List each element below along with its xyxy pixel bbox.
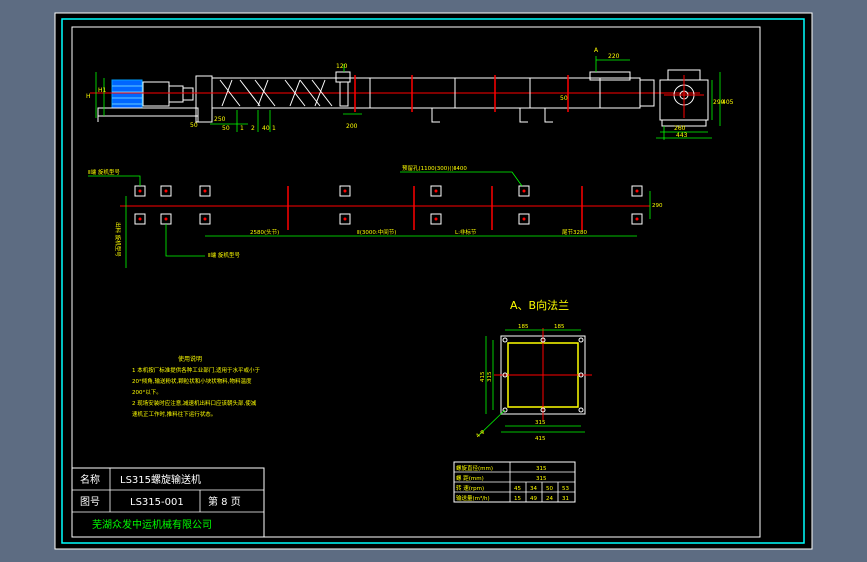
spec-value: 45 bbox=[514, 486, 521, 492]
note-line: 2 现场安装时应注意,减速机出料口应该朝头部,使减 bbox=[132, 399, 257, 407]
dim-50b: 50 bbox=[222, 125, 230, 132]
notes-heading: 使用说明 bbox=[178, 355, 202, 363]
spec-value: 31 bbox=[562, 496, 569, 502]
flange-dim-left2: 315 bbox=[487, 371, 493, 382]
spec-value: 34 bbox=[530, 486, 537, 492]
spec-value: 315 bbox=[536, 466, 547, 472]
spec-label: 输送量(m³/h) bbox=[456, 494, 490, 502]
plan-seg-nonstd: L:非标节 bbox=[455, 228, 477, 236]
flange-dim-top1: 185 bbox=[518, 324, 529, 330]
spec-value: 49 bbox=[530, 496, 537, 502]
title-name-value: LS315螺旋输送机 bbox=[120, 473, 201, 486]
dim-50a: 50 bbox=[190, 122, 198, 129]
title-name-label: 名称 bbox=[80, 473, 100, 486]
flange-dim-bottom1: 315 bbox=[535, 420, 546, 426]
dim-2: 2 bbox=[251, 125, 255, 132]
dim-50c: 50 bbox=[560, 95, 568, 102]
spec-label: 螺 距(mm) bbox=[456, 474, 484, 482]
spec-label: 螺旋直径(mm) bbox=[456, 464, 493, 472]
spec-value: 53 bbox=[562, 486, 569, 492]
plan-label-hole: 预留孔(1100(300)()Ⅱ400 bbox=[402, 164, 467, 172]
title-page: 第 8 页 bbox=[208, 495, 241, 508]
dim-120: 120 bbox=[336, 63, 348, 70]
dim-1b: 1 bbox=[272, 125, 276, 132]
plan-seg-tail: 尾节3280 bbox=[562, 228, 587, 236]
note-line: 200°以下。 bbox=[132, 389, 162, 396]
spec-value: 15 bbox=[514, 496, 521, 502]
title-code-label: 图号 bbox=[80, 496, 100, 508]
dim-1: 1 bbox=[240, 125, 244, 132]
dim-220: 220 bbox=[608, 53, 620, 60]
spec-value: 50 bbox=[546, 486, 553, 492]
plan-seg-head: 2580(头节) bbox=[250, 228, 279, 236]
drawing-canvas: H H1 50 250 50 1 2 40 1 120 200 220 A 40… bbox=[54, 12, 813, 550]
dim-443: 443 bbox=[676, 132, 688, 139]
dim-h: H bbox=[86, 93, 91, 100]
dim-200: 200 bbox=[346, 123, 358, 130]
dim-40: 40 bbox=[262, 125, 270, 132]
flange-dim-left1: 415 bbox=[480, 371, 486, 382]
plan-dim-right: 290 bbox=[652, 203, 663, 209]
spec-value: 315 bbox=[536, 476, 547, 482]
dim-260: 260 bbox=[674, 125, 686, 132]
plan-seg-middle: Ⅱ(3000:中间节) bbox=[357, 228, 396, 236]
flange-title: A、B向法兰 bbox=[510, 298, 569, 312]
dim-h1: H1 bbox=[98, 87, 107, 94]
title-company: 芜湖众发中运机械有限公司 bbox=[92, 518, 212, 531]
title-code-value: LS315-001 bbox=[130, 497, 184, 508]
flange-dim-top2: 185 bbox=[554, 324, 565, 330]
dim-250: 250 bbox=[214, 116, 226, 123]
note-line: 20°倾角,输送粉状,颗粒状和小块状物料,物料温度 bbox=[132, 377, 252, 385]
note-line: 1 本机按厂标准提供各种工业部门,适用于水平或小于 bbox=[132, 366, 260, 374]
spec-label: 转 速(rpm) bbox=[456, 484, 484, 492]
note-line: 速机正工作时,推料往下运行状态。 bbox=[132, 410, 216, 418]
dim-290: 290 bbox=[713, 99, 725, 106]
plan-label-top-left: Ⅱ端 旋机型号 bbox=[88, 168, 120, 176]
plan-label-bottom: Ⅱ端 旋机型号 bbox=[208, 251, 240, 259]
flange-dim-bottom2: 415 bbox=[535, 436, 546, 442]
spec-value: 24 bbox=[546, 496, 553, 502]
plan-label-vertical: 出料 旋机型号 bbox=[114, 222, 122, 257]
